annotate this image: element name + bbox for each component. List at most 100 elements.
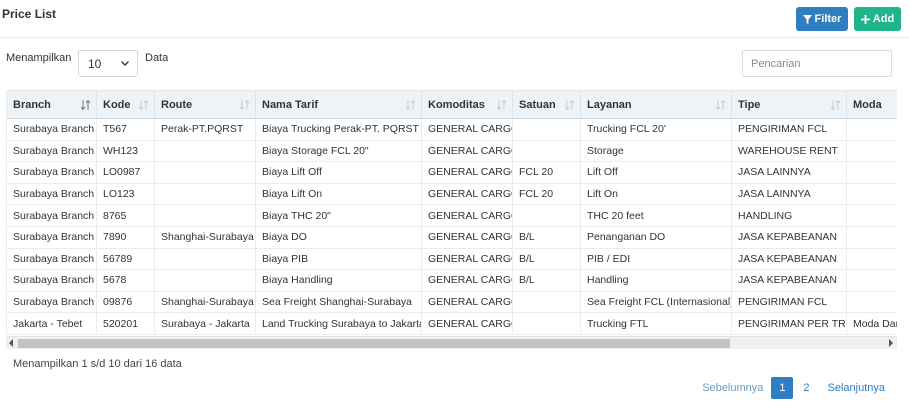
column-header-label: Nama Tarif — [262, 98, 319, 111]
column-header-satuan[interactable]: Satuan — [512, 90, 581, 119]
cell-route: Shanghai-Surabaya — [154, 226, 256, 249]
column-header-kode[interactable]: Kode — [96, 90, 155, 119]
cell-branch: Surabaya Branch — [6, 183, 97, 206]
cell-satuan — [512, 140, 581, 163]
cell-route: Surabaya - Jakarta — [154, 312, 256, 335]
table-row[interactable]: Jakarta - Tebet 520201 Surabaya - Jakarta L… — [6, 312, 897, 335]
cell-route — [154, 183, 256, 206]
cell-tipe: WAREHOUSE RENT — [731, 140, 847, 163]
cell-komoditas: GENERAL CARGO — [421, 161, 513, 184]
cell-kode: 520201 — [96, 312, 155, 335]
cell-kode: 09876 — [96, 291, 155, 314]
cell-layanan: PIB / EDI — [580, 248, 732, 271]
table-row[interactable]: Surabaya Branch 09876 Shanghai-Surabaya Sea… — [6, 291, 897, 314]
column-header-branch[interactable]: Branch — [6, 90, 97, 119]
column-header-route[interactable]: Route — [154, 90, 256, 119]
cell-kode: T567 — [96, 118, 155, 141]
next-page-link[interactable]: Selanjutnya — [820, 382, 894, 394]
scrollbar-thumb[interactable] — [18, 339, 730, 348]
cell-kode: 56789 — [96, 248, 155, 271]
column-header-label: Komoditas — [428, 98, 485, 111]
cell-branch: Jakarta - Tebet — [6, 312, 97, 335]
page-title: Price List — [2, 7, 57, 21]
cell-satuan — [512, 118, 581, 141]
cell-kode: 8765 — [96, 204, 155, 227]
cell-nama-tarif: Biaya Lift Off — [255, 161, 422, 184]
cell-layanan: Handling — [580, 269, 732, 292]
cell-layanan: Penanganan DO — [580, 226, 732, 249]
sort-icon — [565, 100, 575, 110]
column-header-label: Moda — [853, 98, 882, 111]
column-header-layanan[interactable]: Layanan — [580, 90, 732, 119]
cell-nama-tarif: Biaya THC 20" — [255, 204, 422, 227]
cell-route — [154, 204, 256, 227]
cell-branch: Surabaya Branch — [6, 291, 97, 314]
cell-tipe: JASA LAINNYA — [731, 183, 847, 206]
cell-satuan — [512, 204, 581, 227]
table-row[interactable]: Surabaya Branch 7890 Shanghai-Surabaya Biay… — [6, 226, 897, 249]
cell-route — [154, 269, 256, 292]
column-header-komoditas[interactable]: Komoditas — [421, 90, 513, 119]
column-header-label: Satuan — [519, 98, 556, 111]
cell-kode: WH123 — [96, 140, 155, 163]
previous-page-link[interactable]: Sebelumnya — [694, 382, 771, 394]
cell-komoditas: GENERAL CARGO — [421, 204, 513, 227]
filter-button[interactable]: Filter — [796, 7, 848, 31]
cell-tipe: PENGIRIMAN FCL — [731, 118, 847, 141]
table-row[interactable]: Surabaya Branch T567 Perak-PT.PQRST Biaya T… — [6, 118, 897, 141]
cell-komoditas: GENERAL CARGO — [421, 226, 513, 249]
cell-komoditas: GENERAL CARGO — [421, 269, 513, 292]
table-row[interactable]: Surabaya Branch WH123 Biaya Storage FCL 20… — [6, 140, 897, 163]
sort-icon — [497, 100, 507, 110]
cell-branch: Surabaya Branch — [6, 161, 97, 184]
cell-branch: Surabaya Branch — [6, 118, 97, 141]
table-row[interactable]: Surabaya Branch 8765 Biaya THC 20" GENERAL … — [6, 204, 897, 227]
search-input[interactable] — [742, 50, 892, 77]
cell-komoditas: GENERAL CARGO — [421, 248, 513, 271]
cell-nama-tarif: Biaya PIB — [255, 248, 422, 271]
cell-nama-tarif: Biaya DO — [255, 226, 422, 249]
column-header-tipe[interactable]: Tipe — [731, 90, 847, 119]
cell-branch: Surabaya Branch — [6, 140, 97, 163]
cell-moda: Moda Darat — [846, 312, 897, 335]
cell-tipe: JASA KEPABEANAN — [731, 226, 847, 249]
table-row[interactable]: Surabaya Branch LO0987 Biaya Lift Off GENER… — [6, 161, 897, 184]
plus-icon — [860, 14, 870, 24]
cell-layanan: THC 20 feet — [580, 204, 732, 227]
cell-nama-tarif: Biaya Trucking Perak-PT. PQRST — [255, 118, 422, 141]
page-header: Price List Filter Add — [0, 0, 909, 38]
cell-tipe: JASA KEPABEANAN — [731, 269, 847, 292]
add-button-label: Add — [872, 13, 895, 25]
add-button[interactable]: Add — [854, 7, 901, 31]
cell-tipe: HANDLING — [731, 204, 847, 227]
column-header-nama-tarif[interactable]: Nama Tarif — [255, 90, 422, 119]
cell-layanan: Trucking FCL 20' — [580, 118, 732, 141]
sort-icon — [240, 100, 250, 110]
table-row[interactable]: Surabaya Branch 56789 Biaya PIB GENERAL CAR… — [6, 248, 897, 271]
cell-komoditas: GENERAL CARGO — [421, 118, 513, 141]
pagination: Sebelumnya 1 2 Selanjutnya — [694, 377, 893, 399]
table-info: Menampilkan 1 s/d 10 dari 16 data — [13, 358, 182, 370]
cell-branch: Surabaya Branch — [6, 204, 97, 227]
cell-tipe: PENGIRIMAN PER TRIP — [731, 312, 847, 335]
page-1-button[interactable]: 1 — [771, 377, 794, 399]
column-header-label: Branch — [13, 98, 51, 111]
page-2-button[interactable]: 2 — [793, 382, 819, 394]
filter-button-label: Filter — [814, 13, 842, 25]
cell-route — [154, 248, 256, 271]
page-length-select[interactable]: 10 — [78, 50, 138, 77]
cell-moda — [846, 140, 897, 163]
horizontal-scrollbar[interactable] — [6, 336, 897, 349]
column-header-label: Layanan — [587, 98, 632, 111]
table-row[interactable]: Surabaya Branch 5678 Biaya Handling GENERAL… — [6, 269, 897, 292]
cell-kode: LO0987 — [96, 161, 155, 184]
column-header-label: Tipe — [738, 98, 761, 111]
cell-moda — [846, 226, 897, 249]
scroll-left-arrow-icon[interactable] — [8, 339, 14, 347]
cell-komoditas: GENERAL CARGO — [421, 183, 513, 206]
table-row[interactable]: Surabaya Branch LO123 Biaya Lift On GENERAL… — [6, 183, 897, 206]
column-header-moda[interactable]: Moda — [846, 90, 897, 119]
cell-nama-tarif: Biaya Storage FCL 20" — [255, 140, 422, 163]
cell-tipe: JASA KEPABEANAN — [731, 248, 847, 271]
scroll-right-arrow-icon[interactable] — [888, 339, 894, 347]
